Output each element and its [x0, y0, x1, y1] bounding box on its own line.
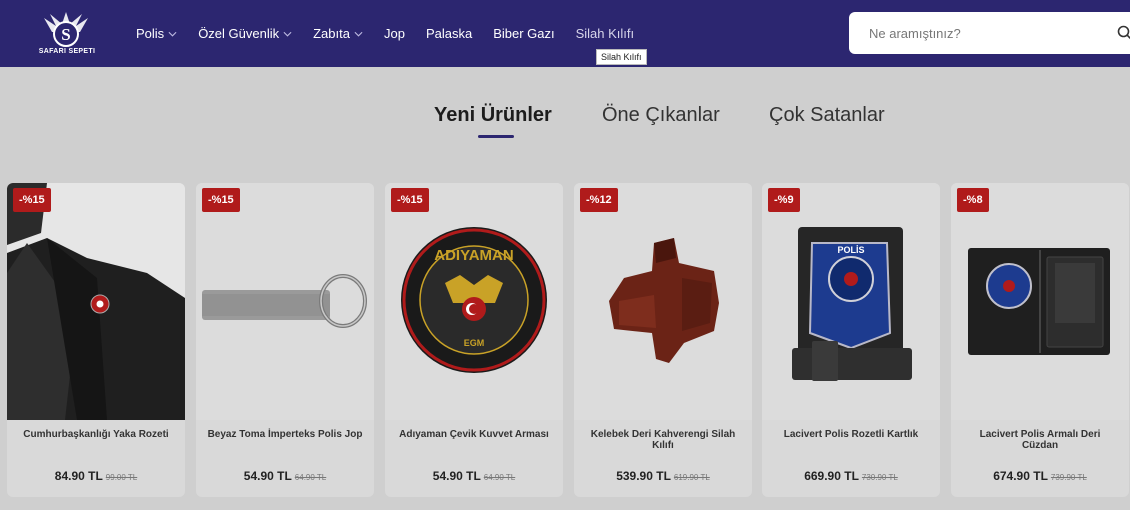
discount-badge: -%15: [202, 188, 240, 212]
chevron-down-icon: [283, 31, 292, 37]
product-image[interactable]: [7, 183, 185, 420]
current-price: 54.90 TL: [243, 469, 292, 483]
nav-label: Palaska: [425, 26, 473, 41]
product-card[interactable]: -%15 Cumhurbaşkanlığı Yaka Rozeti 84.90 …: [7, 183, 185, 497]
current-price: 84.90 TL: [54, 469, 103, 483]
product-image[interactable]: ADIYAMAN EGM: [385, 183, 563, 420]
product-tabs: Yeni Ürünler Öne Çıkanlar Çok Satanlar: [0, 104, 1130, 144]
product-name[interactable]: Adıyaman Çevik Kuvvet Arması: [395, 429, 553, 440]
old-price: 619.90 TL: [673, 473, 710, 482]
tab-one-cikanlar[interactable]: Öne Çıkanlar: [602, 104, 720, 127]
nav-item-silah-kilifi[interactable]: Silah Kılıfı: [576, 26, 635, 41]
product-price: 84.90 TL 99.00 TL: [7, 467, 185, 485]
product-image[interactable]: [574, 183, 752, 420]
old-price: 64.90 TL: [483, 473, 516, 482]
tab-yeni-urunler[interactable]: Yeni Ürünler: [434, 104, 552, 127]
nav-item-ozel-guvenlik[interactable]: Özel Güvenlik: [198, 26, 292, 41]
search-input[interactable]: [849, 12, 1109, 54]
nav-label: Zabıta: [313, 26, 350, 41]
product-card[interactable]: -%12 Kelebek Deri Kahverengi Silah Kılıf…: [574, 183, 752, 497]
nav-item-palaska[interactable]: Palaska: [426, 26, 472, 41]
product-card[interactable]: POLİS -%9 Lacivert Polis Rozetli Kartlık…: [762, 183, 940, 497]
product-card[interactable]: -%15 Beyaz Toma İmperteks Polis Jop 54.9…: [196, 183, 374, 497]
logo-letter: S: [61, 25, 70, 44]
old-price: 739.90 TL: [1050, 473, 1087, 482]
current-price: 54.90 TL: [432, 469, 481, 483]
product-price: 54.90 TL 64.90 TL: [196, 467, 374, 485]
old-price: 99.00 TL: [105, 473, 138, 482]
product-image[interactable]: [196, 183, 374, 420]
nav-item-zabita[interactable]: Zabıta: [313, 26, 363, 41]
nav-label: Biber Gazı: [493, 26, 555, 41]
nav-label: Özel Güvenlik: [198, 26, 280, 41]
site-header: S SAFARI SEPETI Polis Özel Güvenlik Zabı…: [0, 0, 1130, 67]
chevron-down-icon: [168, 31, 177, 37]
product-price: 674.90 TL 739.90 TL: [951, 467, 1129, 485]
nav-label: Silah Kılıfı: [575, 26, 635, 41]
product-name[interactable]: Lacivert Polis Rozetli Kartlık: [772, 429, 930, 440]
nav-tooltip: Silah Kılıfı: [596, 49, 647, 65]
discount-badge: -%8: [957, 188, 989, 212]
brand-name: SAFARI SEPETI: [38, 48, 96, 55]
active-tab-indicator: [478, 135, 514, 138]
product-name[interactable]: Lacivert Polis Armalı Deri Cüzdan: [961, 429, 1119, 451]
discount-badge: -%9: [768, 188, 800, 212]
current-price: 669.90 TL: [804, 469, 859, 483]
nav-label: Jop: [383, 26, 405, 41]
discount-badge: -%15: [13, 188, 51, 212]
product-price: 54.90 TL 64.90 TL: [385, 467, 563, 485]
old-price: 64.90 TL: [294, 473, 327, 482]
current-price: 539.90 TL: [616, 469, 671, 483]
current-price: 674.90 TL: [993, 469, 1048, 483]
product-card[interactable]: ADIYAMAN EGM -%15 Adıyaman Çevik Kuvvet …: [385, 183, 563, 497]
main-nav: Polis Özel Güvenlik Zabıta Jop Palaska B…: [136, 0, 655, 67]
patch-bottom-text: EGM: [464, 338, 485, 348]
nav-item-biber-gazi[interactable]: Biber Gazı: [493, 26, 554, 41]
old-price: 730.90 TL: [861, 473, 898, 482]
product-image[interactable]: POLİS: [762, 183, 940, 420]
chevron-down-icon: [354, 31, 363, 37]
product-price: 669.90 TL 730.90 TL: [762, 467, 940, 485]
product-image[interactable]: [951, 183, 1129, 420]
product-price: 539.90 TL 619.90 TL: [574, 467, 752, 485]
discount-badge: -%15: [391, 188, 429, 212]
search-icon[interactable]: [1117, 25, 1130, 41]
nav-item-polis[interactable]: Polis: [136, 26, 177, 41]
nav-label: Polis: [136, 26, 165, 41]
patch-top-text: ADIYAMAN: [434, 247, 513, 264]
search-box: [849, 12, 1130, 54]
tab-cok-satanlar[interactable]: Çok Satanlar: [769, 104, 885, 127]
product-card[interactable]: -%8 Lacivert Polis Armalı Deri Cüzdan 67…: [951, 183, 1129, 497]
product-name[interactable]: Kelebek Deri Kahverengi Silah Kılıfı: [584, 429, 742, 451]
product-name[interactable]: Beyaz Toma İmperteks Polis Jop: [206, 429, 364, 440]
badge-word-text: POLİS: [837, 245, 864, 255]
product-name[interactable]: Cumhurbaşkanlığı Yaka Rozeti: [17, 429, 175, 440]
discount-badge: -%12: [580, 188, 618, 212]
nav-item-jop[interactable]: Jop: [384, 26, 405, 41]
